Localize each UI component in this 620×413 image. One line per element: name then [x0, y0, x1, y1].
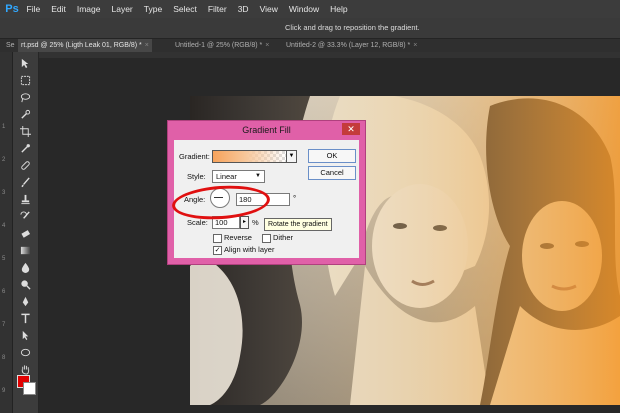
lasso-icon[interactable] [18, 92, 33, 103]
brush-icon[interactable] [18, 177, 33, 188]
vertical-ruler: 1 2 3 4 5 6 7 8 9 [0, 52, 13, 413]
close-icon[interactable]: ✕ [342, 123, 360, 135]
tools-panel [13, 52, 39, 413]
ruler-number: 1 [2, 124, 6, 130]
gradient-label: Gradient: [179, 152, 210, 161]
tab-active-document[interactable]: rt.psd @ 25% (Ligth Leak 01, RGB/8) * × [18, 39, 152, 52]
menu-help[interactable]: Help [325, 4, 353, 14]
move-icon[interactable] [18, 58, 33, 69]
chevron-right-icon[interactable]: ▸ [240, 216, 249, 229]
close-icon[interactable]: × [413, 42, 417, 49]
ruler-number: 8 [2, 355, 6, 361]
type-icon[interactable] [18, 313, 33, 324]
cancel-button[interactable]: Cancel [308, 166, 356, 180]
menu-layer[interactable]: Layer [106, 4, 138, 14]
reverse-checkbox[interactable] [213, 234, 222, 243]
eyedropper-icon[interactable] [18, 143, 33, 154]
close-icon[interactable]: × [265, 42, 269, 49]
chevron-down-icon[interactable]: ▼ [286, 150, 297, 163]
document-tabs: Se rt.psd @ 25% (Ligth Leak 01, RGB/8) *… [0, 39, 620, 52]
chevron-down-icon: ▼ [255, 173, 261, 179]
angle-degree-unit: ° [293, 194, 297, 203]
menu-edit[interactable]: Edit [46, 4, 72, 14]
style-label: Style: [187, 172, 206, 181]
align-with-layer-checkbox[interactable]: ✓ [213, 246, 222, 255]
tab-partial[interactable]: Se [3, 39, 18, 52]
hand-icon[interactable] [18, 364, 33, 375]
options-bar: Click and drag to reposition the gradien… [0, 18, 620, 39]
quick-select-icon[interactable] [18, 109, 33, 120]
blur-icon[interactable] [18, 262, 33, 273]
menu-file[interactable]: File [21, 4, 46, 14]
path-select-icon[interactable] [18, 330, 33, 341]
menu-bar: Ps File Edit Image Layer Type Select Fil… [0, 0, 620, 18]
ruler-number: 9 [2, 388, 6, 394]
marquee-icon[interactable] [18, 75, 33, 86]
tab-label: Untitled-2 @ 33.3% (Layer 12, RGB/8) * [286, 42, 411, 49]
shape-icon[interactable] [18, 347, 33, 358]
crop-icon[interactable] [18, 126, 33, 137]
horizontal-ruler [38, 52, 620, 58]
clone-stamp-icon[interactable] [18, 194, 33, 205]
ruler-number: 3 [2, 190, 6, 196]
gradient-preview-swatch[interactable] [212, 150, 287, 163]
dialog-title: Gradient Fill [242, 125, 291, 135]
eraser-icon[interactable] [18, 228, 33, 239]
tab-untitled-1[interactable]: Untitled-1 @ 25% (RGB/8) * × [172, 39, 272, 52]
tab-untitled-2[interactable]: Untitled-2 @ 33.3% (Layer 12, RGB/8) * × [283, 39, 420, 52]
menu-window[interactable]: Window [283, 4, 324, 14]
menu-type[interactable]: Type [138, 4, 167, 14]
menu-select[interactable]: Select [168, 4, 203, 14]
ruler-number: 5 [2, 256, 6, 262]
options-hint: Click and drag to reposition the gradien… [285, 23, 420, 32]
background-color-swatch[interactable] [23, 382, 36, 395]
photoshop-logo-icon: Ps [5, 3, 19, 15]
ruler-number: 7 [2, 322, 6, 328]
dither-label: Dither [273, 233, 294, 242]
tab-label: Se [6, 42, 15, 49]
align-with-layer-label: Align with layer [224, 245, 275, 254]
healing-icon[interactable] [18, 160, 33, 171]
menu-filter[interactable]: Filter [202, 4, 232, 14]
ruler-number: 4 [2, 223, 6, 229]
dither-checkbox[interactable] [262, 234, 271, 243]
history-brush-icon[interactable] [18, 211, 33, 222]
menu-image[interactable]: Image [71, 4, 106, 14]
reverse-label: Reverse [224, 233, 252, 242]
pen-icon[interactable] [18, 296, 33, 307]
close-icon[interactable]: × [145, 42, 149, 49]
menu-view[interactable]: View [254, 4, 283, 14]
scale-unit: % [252, 218, 259, 227]
tab-label: rt.psd @ 25% (Ligth Leak 01, RGB/8) * [21, 42, 142, 49]
ruler-number: 6 [2, 289, 6, 295]
ok-button[interactable]: OK [308, 149, 356, 163]
gradient-icon[interactable] [18, 245, 33, 256]
ruler-number: 2 [2, 157, 6, 163]
scale-label: Scale: [187, 218, 208, 227]
menu-3d[interactable]: 3D [232, 4, 254, 14]
angle-tooltip: Rotate the gradient [264, 218, 332, 231]
style-value: Linear [216, 172, 237, 181]
tab-label: Untitled-1 @ 25% (RGB/8) * [175, 42, 263, 49]
dodge-icon[interactable] [18, 279, 33, 290]
style-select[interactable]: Linear ▼ [212, 170, 265, 183]
